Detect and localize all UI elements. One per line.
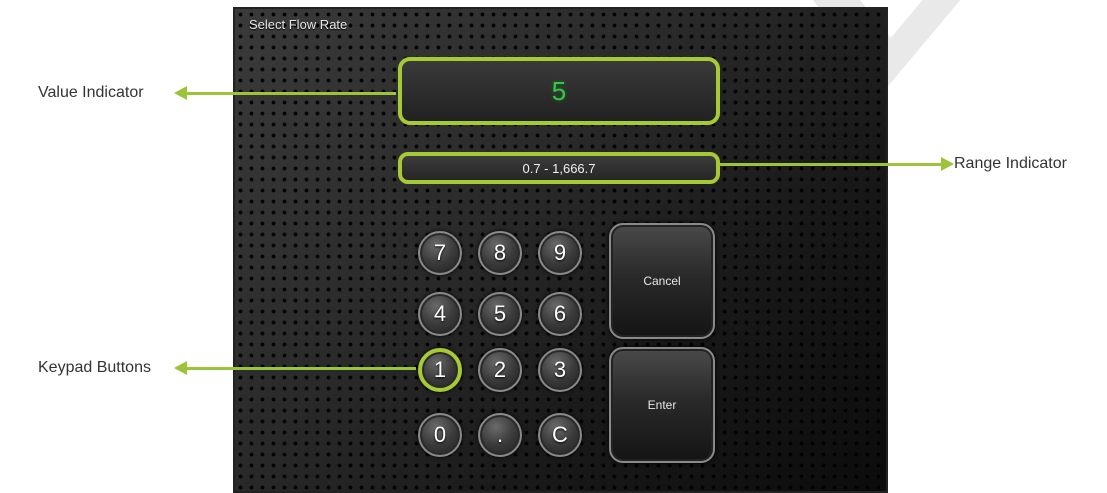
value-indicator-arrow — [174, 86, 396, 100]
callout-range-indicator: Range Indicator — [954, 155, 1067, 172]
keypad-buttons-arrow — [174, 361, 416, 375]
key-8[interactable]: 8 — [478, 231, 522, 275]
key-1[interactable]: 1 — [418, 348, 462, 392]
range-display: 0.7 - 1,666.7 — [522, 160, 596, 176]
key-2[interactable]: 2 — [478, 348, 522, 392]
key-5[interactable]: 5 — [478, 292, 522, 336]
key-decimal[interactable]: . — [478, 413, 522, 457]
flow-rate-screen: Select Flow Rate 5 0.7 - 1,666.7 7 8 9 4… — [233, 7, 888, 493]
key-6[interactable]: 6 — [538, 292, 582, 336]
enter-button[interactable]: Enter — [609, 347, 715, 463]
key-clear[interactable]: C — [538, 413, 582, 457]
range-indicator-arrow — [720, 157, 954, 171]
key-7[interactable]: 7 — [418, 231, 462, 275]
key-0[interactable]: 0 — [418, 413, 462, 457]
callout-keypad-buttons: Keypad Buttons — [38, 359, 151, 376]
key-3[interactable]: 3 — [538, 348, 582, 392]
callout-value-indicator: Value Indicator — [38, 84, 144, 101]
value-display: 5 — [551, 75, 567, 106]
screen-title: Select Flow Rate — [249, 17, 348, 32]
cancel-button[interactable]: Cancel — [609, 223, 715, 339]
value-indicator: 5 — [398, 57, 720, 125]
key-9[interactable]: 9 — [538, 231, 582, 275]
range-indicator: 0.7 - 1,666.7 — [398, 152, 720, 184]
key-4[interactable]: 4 — [418, 292, 462, 336]
